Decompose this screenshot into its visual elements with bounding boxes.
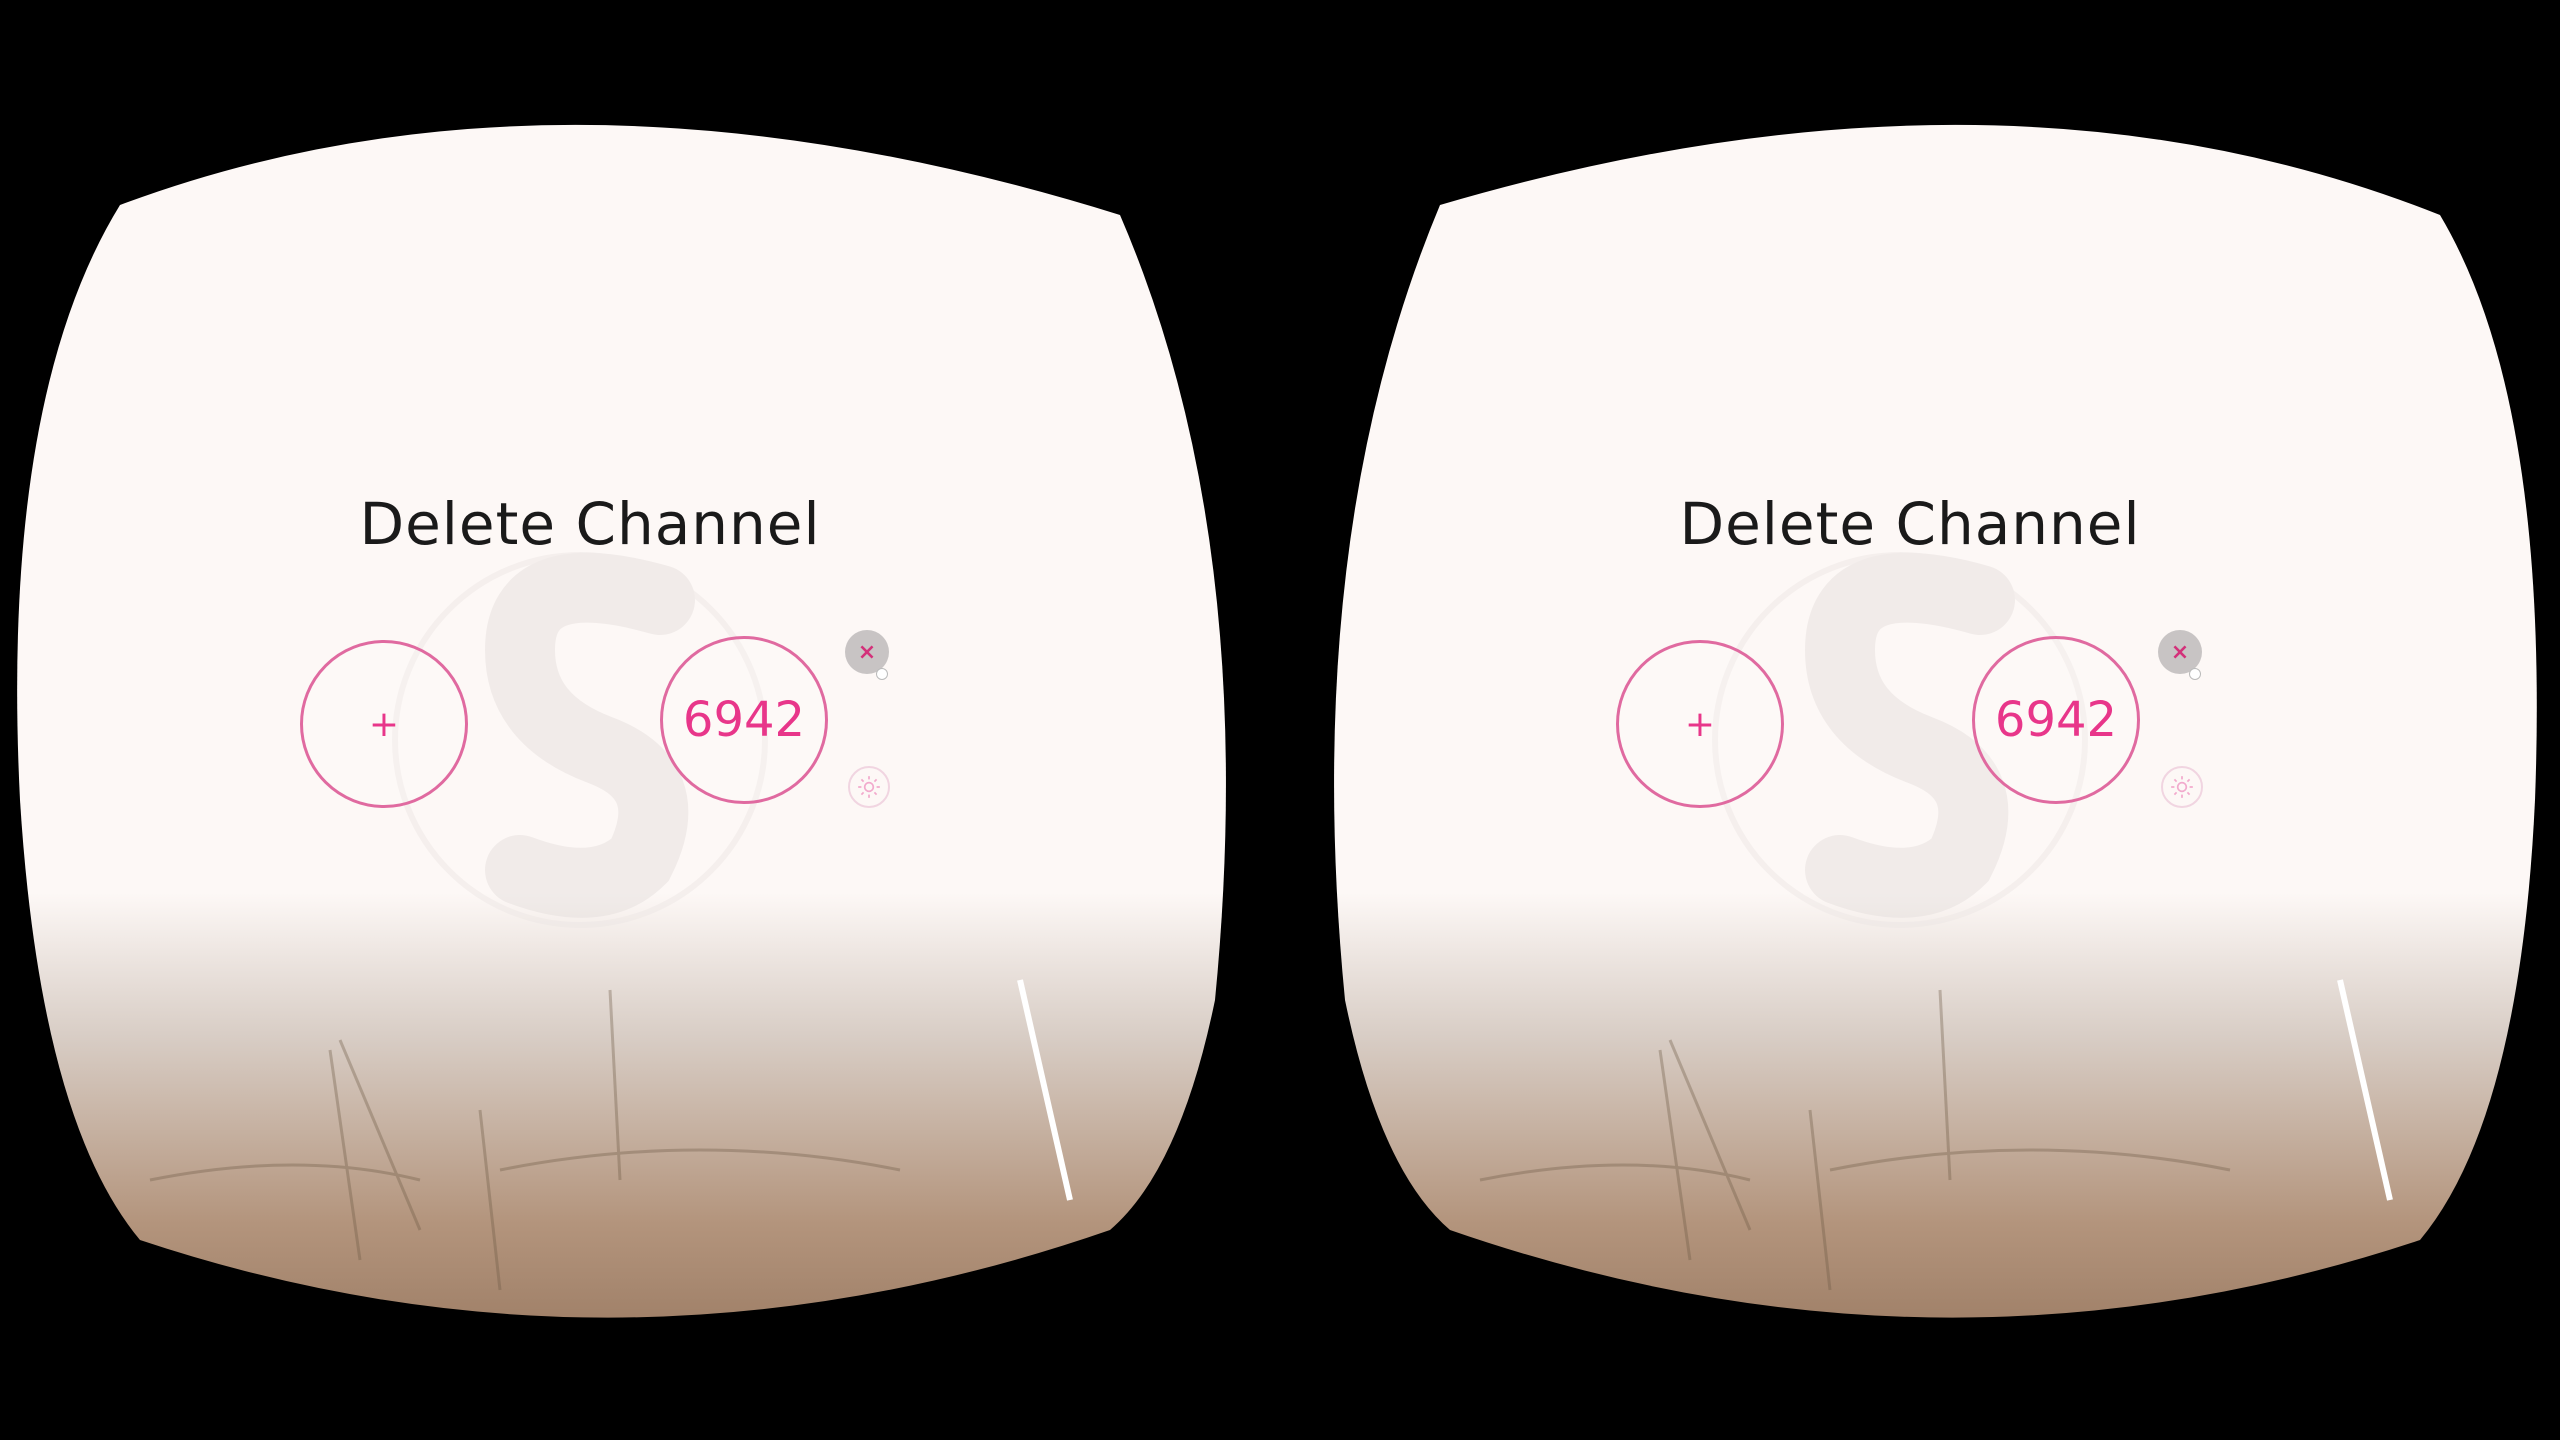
dialog-title: Delete Channel [359,490,821,558]
add-label: + [1684,703,1716,745]
lens-background [17,124,1226,1318]
left-eye-view: Delete Channel + 6942 × [0,0,1280,1440]
right-eye-view: Delete Channel + 6942 × [1280,0,2560,1440]
dialog-title: Delete Channel [1679,490,2141,558]
channel-number-button[interactable]: 6942 [660,636,828,804]
channel-number: 6942 [1994,692,2118,748]
gear-icon [858,776,880,798]
add-channel-button[interactable]: + [1616,640,1784,808]
add-channel-button[interactable]: + [300,640,468,808]
channel-number: 6942 [682,692,806,748]
gear-icon [2171,776,2193,798]
settings-button[interactable] [2161,766,2203,808]
close-icon: × [857,639,877,665]
settings-button[interactable] [848,766,890,808]
add-label: + [368,703,400,745]
pointer-dot [876,668,888,680]
pointer-dot [2189,668,2201,680]
lens-background [1334,124,2537,1318]
channel-number-button[interactable]: 6942 [1972,636,2140,804]
close-icon: × [2170,639,2190,665]
